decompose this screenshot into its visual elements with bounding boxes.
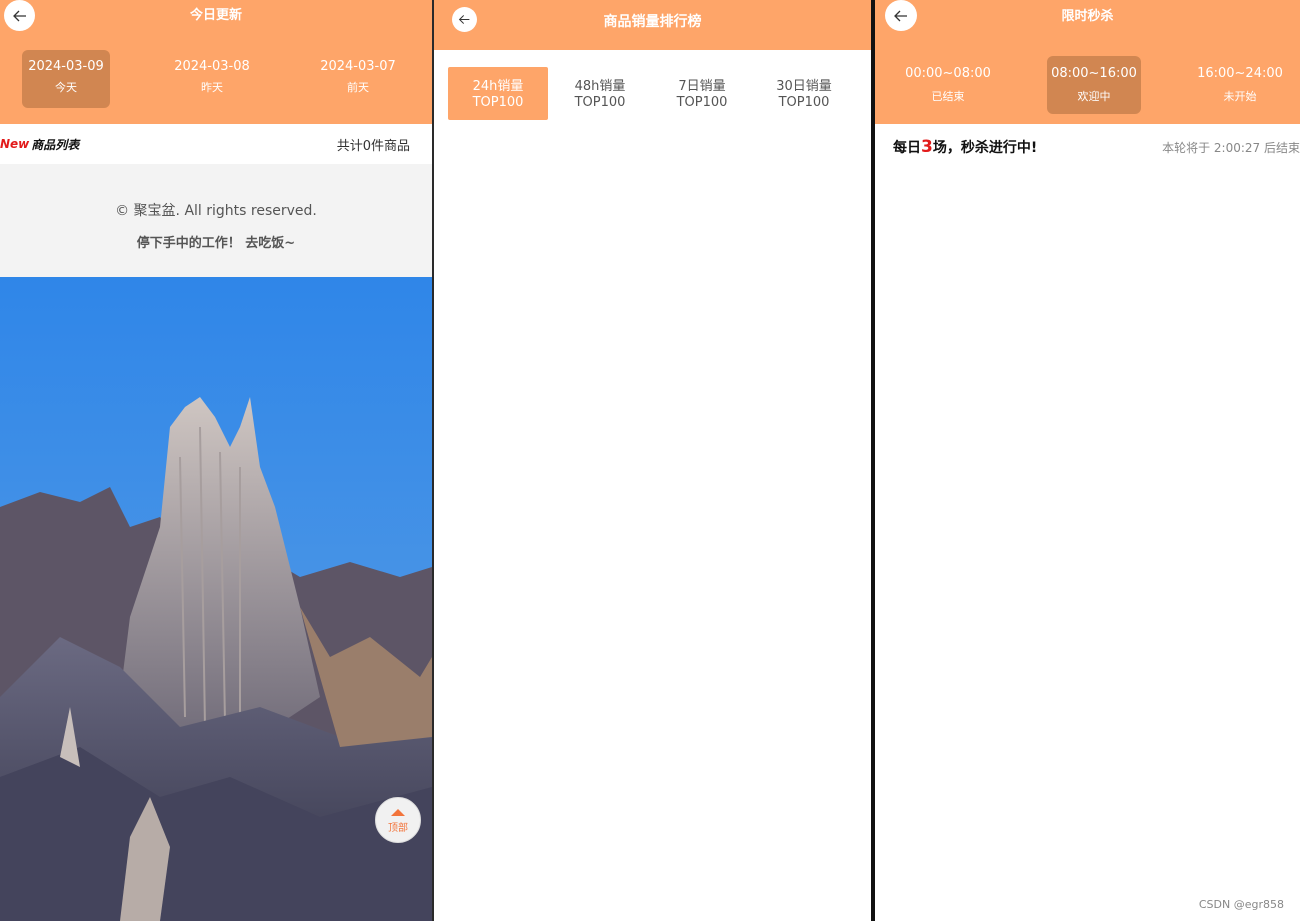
tab-line1: 7日销量: [678, 79, 726, 94]
new-badge: New: [0, 137, 30, 151]
flash-header: 限时秒杀: [875, 0, 1300, 36]
tab-7d[interactable]: 7日销量 TOP100: [652, 67, 752, 120]
back-to-top-label: 顶部: [388, 823, 408, 834]
flash-title: 每日3场，秒杀进行中!: [893, 137, 1037, 157]
today-updates-panel: 今日更新 2024-03-09 今天 2024-03-08 昨天 2024-03…: [0, 0, 432, 921]
back-button[interactable]: [885, 0, 917, 31]
flash-sale-panel: 限时秒杀 00:00~08:00 已结束 08:00~16:00 欢迎中 16:…: [875, 0, 1300, 921]
product-list-logo: New 商品列表: [0, 136, 79, 153]
slot-tab-morning[interactable]: 00:00~08:00 已结束: [901, 56, 995, 114]
arrow-left-icon: [458, 15, 470, 24]
countdown-text: 本轮将于 2:00:27 后结束: [1162, 140, 1300, 155]
flash-title-suffix: 场，秒杀进行中!: [932, 140, 1038, 156]
slot-tab-evening[interactable]: 16:00~24:00 未开始: [1193, 56, 1287, 114]
slot-time: 00:00~08:00: [905, 66, 991, 81]
date-tab-yesterday[interactable]: 2024-03-08 昨天: [168, 50, 256, 108]
flash-title-prefix: 每日: [893, 140, 921, 156]
ranking-header: 商品销量排行榜: [434, 0, 871, 50]
today-header-area: 今日更新 2024-03-09 今天 2024-03-08 昨天 2024-03…: [0, 0, 432, 124]
date-tab-date: 2024-03-09: [28, 59, 104, 74]
tab-line2: TOP100: [574, 95, 626, 110]
slot-status: 欢迎中: [1077, 90, 1111, 103]
date-tab-label: 昨天: [201, 81, 223, 94]
date-tab-today[interactable]: 2024-03-09 今天: [22, 50, 110, 108]
root: 今日更新 2024-03-09 今天 2024-03-08 昨天 2024-03…: [0, 0, 1300, 921]
flash-title-number: 3: [921, 137, 933, 157]
today-header: 今日更新: [0, 0, 432, 32]
footer-copyright: © 聚宝盆. All rights reserved.: [115, 203, 317, 219]
slot-time: 08:00~16:00: [1051, 66, 1137, 81]
date-tab-day-before[interactable]: 2024-03-07 前天: [314, 50, 402, 108]
tab-24h[interactable]: 24h销量 TOP100: [448, 67, 548, 120]
tab-48h[interactable]: 48h销量 TOP100: [550, 67, 650, 120]
sales-ranking-panel: 商品销量排行榜 24h销量 TOP100 48h销量 TOP100 7日销量 T…: [434, 0, 871, 921]
date-tab-label: 今天: [55, 81, 77, 94]
watermark: CSDN @egr858: [1198, 898, 1284, 911]
page-title: 今日更新: [189, 8, 242, 23]
product-list-title: 商品列表: [31, 137, 80, 152]
slot-time: 16:00~24:00: [1197, 66, 1283, 81]
flash-status-bar: 每日3场，秒杀进行中! 本轮将于 2:00:27 后结束: [875, 124, 1300, 170]
date-tab-date: 2024-03-07: [320, 59, 396, 74]
arrow-left-icon: [12, 10, 26, 21]
time-slot-tabs: 00:00~08:00 已结束 08:00~16:00 欢迎中 16:00~24…: [875, 36, 1300, 124]
arrow-up-icon: [391, 809, 405, 816]
tab-line2: TOP100: [676, 95, 728, 110]
date-tab-date: 2024-03-08: [174, 59, 250, 74]
flash-header-area: 限时秒杀 00:00~08:00 已结束 08:00~16:00 欢迎中 16:…: [875, 0, 1300, 124]
back-button[interactable]: [452, 7, 477, 32]
back-to-top-button[interactable]: 顶部: [375, 797, 421, 843]
slot-tab-day[interactable]: 08:00~16:00 欢迎中: [1047, 56, 1141, 114]
product-list-bar: New 商品列表 共计0件商品: [0, 124, 432, 164]
slot-status: 已结束: [931, 90, 965, 103]
back-button[interactable]: [4, 0, 35, 31]
page-title: 限时秒杀: [1061, 9, 1114, 24]
tab-line1: 30日销量: [776, 79, 832, 94]
footer: © 聚宝盆. All rights reserved. 停下手中的工作！ 去吃饭…: [0, 164, 432, 277]
tab-line2: TOP100: [778, 95, 830, 110]
footer-slogan: 停下手中的工作！ 去吃饭~: [136, 236, 296, 251]
product-count: 共计0件商品: [336, 138, 410, 154]
tab-30d[interactable]: 30日销量 TOP100: [754, 67, 854, 120]
ranking-tabs: 24h销量 TOP100 48h销量 TOP100 7日销量 TOP100 30…: [434, 50, 871, 120]
tab-line2: TOP100: [472, 95, 524, 110]
background-photo: [0, 277, 432, 921]
arrow-left-icon: [894, 10, 907, 21]
page-title: 商品销量排行榜: [603, 14, 702, 30]
slot-status: 未开始: [1223, 90, 1257, 103]
landscape-image: [0, 277, 432, 921]
date-tab-label: 前天: [347, 81, 369, 94]
tab-line1: 48h销量: [574, 79, 626, 94]
tab-line1: 24h销量: [472, 79, 524, 94]
date-tabs: 2024-03-09 今天 2024-03-08 昨天 2024-03-07 前…: [0, 32, 432, 124]
